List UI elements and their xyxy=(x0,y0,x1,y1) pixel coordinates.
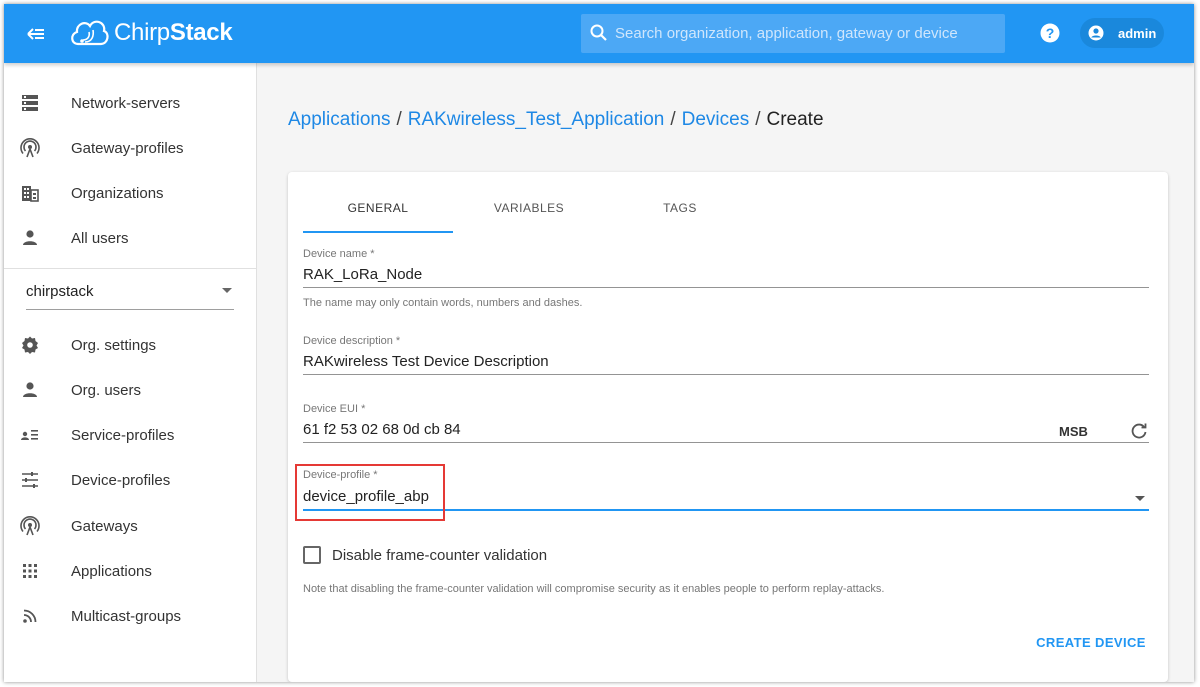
create-device-form-card: GENERAL VARIABLES TAGS Device name * The… xyxy=(288,172,1168,682)
antenna-icon xyxy=(20,516,40,536)
breadcrumb-applications-link[interactable]: Applications xyxy=(288,109,390,130)
tab-general[interactable]: GENERAL xyxy=(303,201,453,233)
sidebar-item-gateways[interactable]: Gateways xyxy=(4,506,257,551)
create-device-button[interactable]: CREATE DEVICE xyxy=(1031,627,1151,659)
sidebar-item-all-users[interactable]: All users xyxy=(4,218,257,263)
antenna-icon xyxy=(20,138,40,158)
help-icon[interactable]: ? xyxy=(1040,23,1060,43)
rss-icon xyxy=(20,606,40,626)
svg-text:?: ? xyxy=(1046,25,1055,41)
active-tab-indicator xyxy=(303,231,453,233)
organization-select-value: chirpstack xyxy=(26,283,94,300)
sidebar-item-label: Applications xyxy=(71,563,152,580)
sidebar-item-service-profiles[interactable]: Service-profiles xyxy=(4,415,257,460)
server-icon xyxy=(20,93,40,113)
breadcrumb-separator: / xyxy=(755,109,761,130)
person-icon xyxy=(20,228,40,248)
sidebar-item-label: Organizations xyxy=(71,185,164,202)
building-icon xyxy=(20,183,40,203)
person-list-icon xyxy=(20,425,40,445)
brand-bold: Stack xyxy=(169,19,233,46)
sidebar: Network-servers Gateway-profiles Organiz… xyxy=(4,63,257,682)
collapse-menu-icon[interactable] xyxy=(24,22,48,46)
chevron-down-icon xyxy=(222,288,232,293)
brand-name[interactable]: ChirpStack xyxy=(114,19,233,47)
breadcrumb-separator: / xyxy=(396,109,402,130)
device-name-input[interactable] xyxy=(303,262,1149,288)
device-eui-label: Device EUI * xyxy=(303,403,366,415)
organization-select[interactable]: chirpstack xyxy=(26,276,234,310)
device-profile-select[interactable]: device_profile_abp xyxy=(303,483,1149,511)
user-menu-button[interactable]: admin xyxy=(1080,18,1164,48)
breadcrumb-devices-link[interactable]: Devices xyxy=(682,109,750,130)
sidebar-item-label: Gateways xyxy=(71,518,138,535)
device-profile-label: Device-profile * xyxy=(303,469,378,481)
sidebar-item-label: Org. users xyxy=(71,382,142,399)
sidebar-item-label: Network-servers xyxy=(71,95,181,112)
sidebar-item-label: Service-profiles xyxy=(71,427,175,444)
refresh-icon[interactable] xyxy=(1129,421,1149,441)
breadcrumb-separator: / xyxy=(670,109,676,130)
disable-frame-counter-label[interactable]: Disable frame-counter validation xyxy=(332,547,547,564)
sidebar-item-label: Device-profiles xyxy=(71,472,171,489)
breadcrumb: Applications / RAKwireless_Test_Applicatio… xyxy=(288,109,824,131)
device-eui-input[interactable] xyxy=(303,417,1149,443)
user-name: admin xyxy=(1118,26,1157,41)
sidebar-item-org-users[interactable]: Org. users xyxy=(4,370,257,415)
sidebar-item-applications[interactable]: Applications xyxy=(4,551,257,596)
sidebar-item-gateway-profiles[interactable]: Gateway-profiles xyxy=(4,128,257,173)
sidebar-item-org-settings[interactable]: Org. settings xyxy=(4,325,257,370)
gear-icon xyxy=(20,335,40,355)
person-icon xyxy=(20,380,40,400)
sidebar-item-organizations[interactable]: Organizations xyxy=(4,173,257,218)
sidebar-item-multicast-groups[interactable]: Multicast-groups xyxy=(4,596,257,641)
device-description-input[interactable] xyxy=(303,349,1149,375)
sidebar-item-network-servers[interactable]: Network-servers xyxy=(4,83,257,128)
byte-order-toggle[interactable]: MSB xyxy=(1059,424,1088,439)
device-name-helper: The name may only contain words, numbers… xyxy=(303,297,583,309)
search-icon xyxy=(589,23,609,43)
brand-light: Chirp xyxy=(114,19,170,46)
disable-frame-counter-checkbox[interactable] xyxy=(303,546,321,564)
device-description-label: Device description * xyxy=(303,335,401,347)
search-box xyxy=(581,14,1005,53)
chevron-down-icon xyxy=(1135,496,1145,501)
tab-tags[interactable]: TAGS xyxy=(605,201,755,233)
sidebar-item-label: Gateway-profiles xyxy=(71,140,184,157)
frame-counter-note: Note that disabling the frame-counter va… xyxy=(303,583,885,595)
sidebar-divider xyxy=(4,268,257,269)
tune-icon xyxy=(20,470,40,490)
chirpstack-logo-icon xyxy=(68,14,110,50)
search-input[interactable] xyxy=(615,14,995,53)
tab-variables[interactable]: VARIABLES xyxy=(454,201,604,233)
sidebar-item-label: Org. settings xyxy=(71,337,157,354)
app-window: ChirpStack ? admin Network-servers Gatew… xyxy=(4,4,1194,682)
sidebar-item-label: Multicast-groups xyxy=(71,608,182,625)
device-name-label: Device name * xyxy=(303,248,375,260)
sidebar-item-device-profiles[interactable]: Device-profiles xyxy=(4,460,257,505)
breadcrumb-current: Create xyxy=(766,109,824,130)
apps-grid-icon xyxy=(20,561,40,581)
top-app-bar: ChirpStack ? admin xyxy=(4,4,1194,63)
account-circle-icon xyxy=(1088,25,1104,41)
sidebar-item-label: All users xyxy=(71,230,129,247)
breadcrumb-application-link[interactable]: RAKwireless_Test_Application xyxy=(408,109,665,130)
device-profile-select-value: device_profile_abp xyxy=(303,488,429,505)
